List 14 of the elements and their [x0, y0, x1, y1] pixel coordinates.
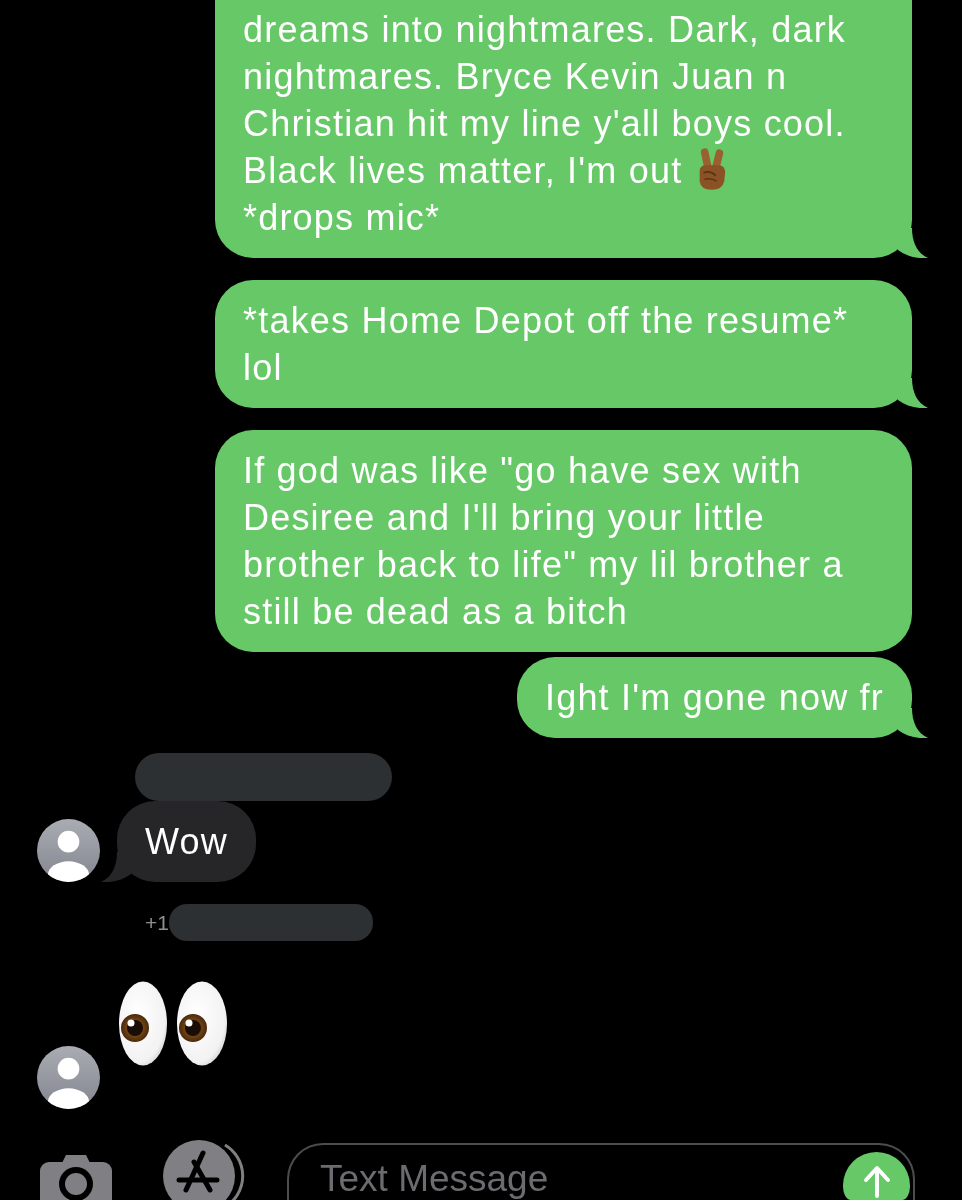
send-button[interactable] [843, 1152, 910, 1200]
arrow-up-icon [861, 1165, 892, 1198]
message-text: If god was like "go have sex with Desiree and I'll bring your little brother back to life" my lil brother a still be dead as a bitch [243, 449, 845, 634]
message-text: Ight I'm gone now fr [544, 676, 884, 720]
message-text: *drops mic* [243, 196, 441, 240]
apps-icon[interactable] [163, 1140, 245, 1200]
message-field[interactable]: Text Message [287, 1143, 915, 1200]
eyes-icon [118, 981, 228, 1066]
camera-icon[interactable] [40, 1154, 112, 1200]
message-text: dreams into nightmares. Dark, dark nightmares. Bryce Kevin Juan n Christian hit my line y'all boys cool. [243, 8, 848, 146]
message-text: Black lives matter, I'm out [243, 149, 683, 193]
sender-label: +1 [145, 910, 169, 936]
message-text: *takes Home Depot off the resume* lol [243, 299, 850, 390]
message-text: Wow [145, 820, 228, 864]
